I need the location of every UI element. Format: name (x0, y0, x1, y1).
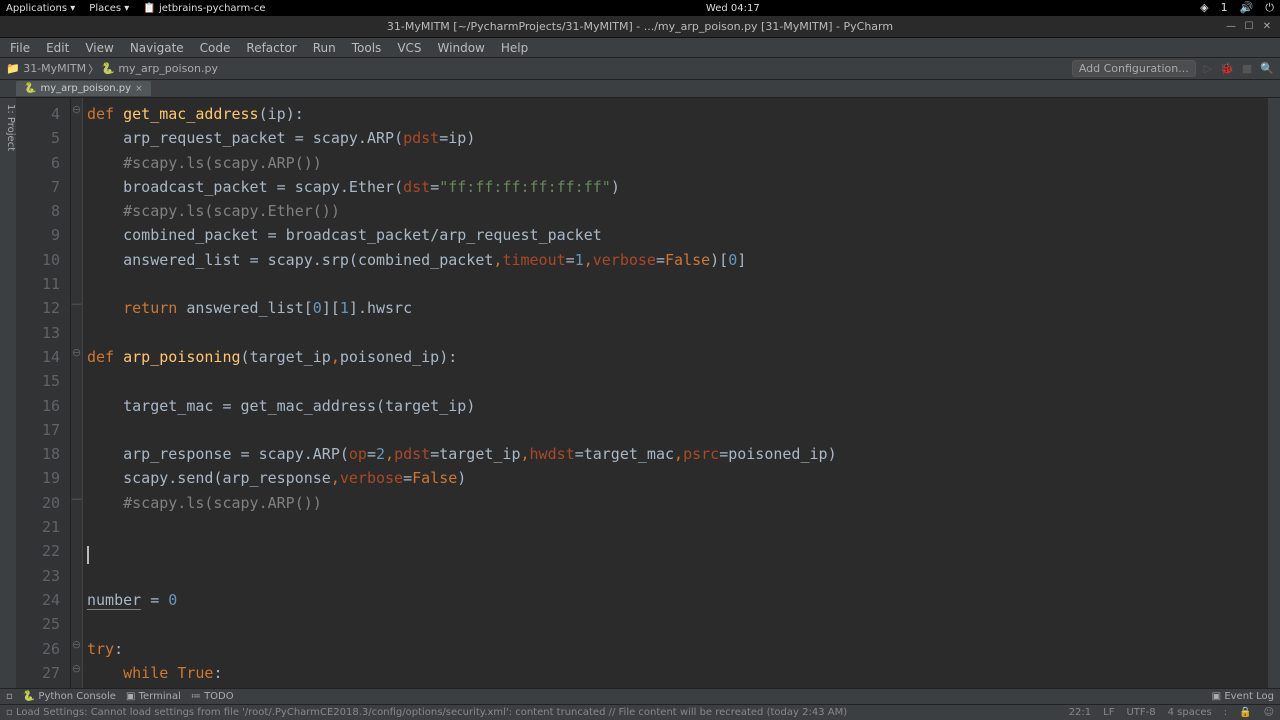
status-message: ▫ Load Settings: Cannot load settings fr… (6, 707, 847, 718)
python-icon: 🐍 (24, 83, 36, 94)
python-console-tab[interactable]: 🐍 Python Console (23, 691, 116, 702)
menu-bar: File Edit View Navigate Code Refactor Ru… (0, 38, 1280, 58)
editor: 1: Project 45678910111213141516171819202… (0, 98, 1280, 688)
terminal-tab[interactable]: ▣ Terminal (126, 691, 181, 702)
tray-icon[interactable]: 🔊 (1240, 1, 1254, 15)
window-title: 31-MyMITM [~/PycharmProjects/31-MyMITM] … (387, 20, 893, 33)
status-encoding[interactable]: UTF-8 (1126, 707, 1155, 718)
clock[interactable]: Wed 04:17 (265, 3, 1200, 14)
menu-help[interactable]: Help (497, 39, 532, 57)
fold-gutter[interactable]: ⊖—⊖—⊖⊖ (71, 98, 83, 688)
minimize-button[interactable]: — (1224, 20, 1238, 34)
search-icon[interactable]: 🔍 (1260, 62, 1274, 75)
breadcrumb-project[interactable]: 📁 31-MyMITM (6, 62, 86, 75)
gnome-top-panel: Applications ▾ Places ▾ 📋 jetbrains-pych… (0, 0, 1280, 16)
debug-button[interactable]: 🐞 (1220, 62, 1234, 75)
status-indent[interactable]: 4 spaces (1168, 707, 1212, 718)
places-menu[interactable]: Places ▾ (89, 3, 129, 14)
tray-icon[interactable]: ◈ (1200, 1, 1208, 15)
menu-code[interactable]: Code (196, 39, 235, 57)
menu-file[interactable]: File (6, 39, 34, 57)
menu-tools[interactable]: Tools (348, 39, 386, 57)
tray-icon[interactable]: 1 (1221, 1, 1228, 15)
add-configuration-button[interactable]: Add Configuration... (1072, 60, 1196, 77)
close-button[interactable]: ✕ (1260, 20, 1274, 34)
run-button[interactable]: ▷ (1204, 62, 1212, 75)
line-numbers[interactable]: 4567891011121314151617181920212223242526… (16, 98, 71, 688)
git-branch-icon[interactable]: 🔒 (1239, 707, 1251, 718)
bottom-tool-bar: ▫ 🐍 Python Console ▣ Terminal ≔ TODO ▣ E… (0, 688, 1280, 704)
menu-navigate[interactable]: Navigate (126, 39, 188, 57)
menu-run[interactable]: Run (309, 39, 340, 57)
status-bar: ▫ Load Settings: Cannot load settings fr… (0, 704, 1280, 720)
running-app[interactable]: 📋 jetbrains-pycharm-ce (143, 3, 265, 14)
editor-tab-bar: 🐍 my_arp_poison.py × (0, 80, 1280, 98)
todo-tab[interactable]: ≔ TODO (191, 691, 234, 702)
stop-button[interactable]: ■ (1242, 62, 1252, 75)
close-tab-icon[interactable]: × (135, 84, 143, 94)
applications-menu[interactable]: Applications ▾ (6, 3, 75, 14)
window-titlebar[interactable]: 31-MyMITM [~/PycharmProjects/31-MyMITM] … (0, 16, 1280, 38)
status-lineending[interactable]: LF (1103, 707, 1114, 718)
tray-icons[interactable]: ◈ 1 🔊 ⏻ (1200, 1, 1274, 15)
nav-bar: 📁 31-MyMITM 〉 🐍 my_arp_poison.py Add Con… (0, 58, 1280, 80)
maximize-button[interactable]: ☐ (1242, 20, 1256, 34)
status-loc[interactable]: 22:1 (1069, 707, 1091, 718)
event-log-tab[interactable]: ▣ Event Log (1212, 691, 1274, 702)
tray-icon[interactable]: ⏻ (1265, 1, 1274, 15)
editor-tab[interactable]: 🐍 my_arp_poison.py × (16, 81, 151, 96)
code-area[interactable]: def get_mac_address(ip): arp_request_pac… (83, 98, 1268, 688)
tab-label: my_arp_poison.py (40, 83, 131, 94)
left-tool-stripe[interactable]: 1: Project (0, 98, 16, 688)
scrollbar[interactable] (1268, 98, 1280, 688)
menu-refactor[interactable]: Refactor (242, 39, 300, 57)
menu-view[interactable]: View (81, 39, 117, 57)
menu-vcs[interactable]: VCS (393, 39, 425, 57)
bottom-run-icon[interactable]: ▫ (6, 691, 13, 702)
hector-icon[interactable]: ☺ (1264, 707, 1274, 718)
breadcrumb-file[interactable]: 🐍 my_arp_poison.py (101, 62, 218, 75)
menu-edit[interactable]: Edit (42, 39, 73, 57)
menu-window[interactable]: Window (434, 39, 489, 57)
